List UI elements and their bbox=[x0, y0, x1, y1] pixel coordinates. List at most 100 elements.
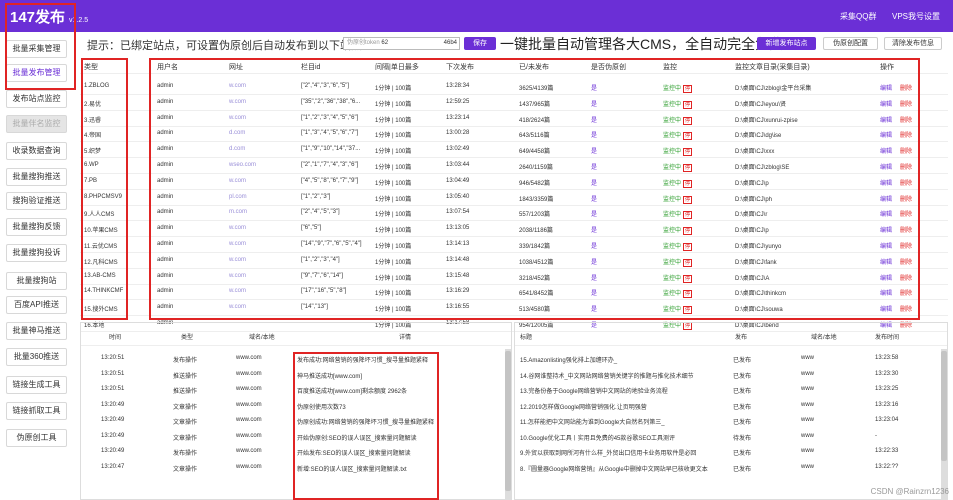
delete-link[interactable]: 删除 bbox=[900, 162, 912, 171]
monitor-stop-badge[interactable]: 停 bbox=[683, 259, 693, 267]
sidebar-item-2[interactable]: 批量发布管理 bbox=[6, 64, 67, 82]
monitor-stop-badge[interactable]: 停 bbox=[683, 275, 693, 283]
edit-link[interactable]: 编辑 bbox=[880, 241, 892, 250]
delete-link[interactable]: 删除 bbox=[900, 209, 912, 218]
sidebar-item-13[interactable]: 批量360推送 bbox=[6, 348, 67, 366]
monitor-stop-badge[interactable]: 停 bbox=[683, 101, 693, 109]
row-url[interactable]: w.com bbox=[229, 99, 246, 105]
sidebar-item-15[interactable]: 链接抓取工具 bbox=[6, 402, 67, 420]
row-url[interactable]: w.com bbox=[229, 225, 246, 231]
delete-link[interactable]: 删除 bbox=[900, 225, 912, 234]
edit-link[interactable]: 编辑 bbox=[880, 162, 892, 171]
monitor-stop-badge[interactable]: 停 bbox=[683, 180, 693, 188]
delete-link[interactable]: 删除 bbox=[900, 241, 912, 250]
monitor-stop-badge[interactable]: 停 bbox=[683, 290, 693, 298]
edit-link[interactable]: 编辑 bbox=[880, 194, 892, 203]
delete-link[interactable]: 删除 bbox=[900, 83, 912, 92]
row-pseudo[interactable]: 是 bbox=[591, 146, 597, 155]
sidebar-item-6[interactable]: 批量搜狗推送 bbox=[6, 168, 67, 186]
edit-link[interactable]: 编辑 bbox=[880, 178, 892, 187]
sidebar-item-3[interactable]: 发布站点监控 bbox=[6, 90, 67, 108]
delete-link[interactable]: 删除 bbox=[900, 257, 912, 266]
row-url[interactable]: d.com bbox=[229, 130, 245, 136]
row-pseudo[interactable]: 是 bbox=[591, 115, 597, 124]
save-button[interactable]: 保存 bbox=[464, 37, 496, 50]
edit-link[interactable]: 编辑 bbox=[880, 99, 892, 108]
delete-link[interactable]: 删除 bbox=[900, 304, 912, 313]
token-input[interactable]: 伪原创token 62 46b4 bbox=[343, 37, 460, 50]
monitor-stop-badge[interactable]: 停 bbox=[683, 243, 693, 251]
edit-link[interactable]: 编辑 bbox=[880, 273, 892, 282]
monitor-stop-badge[interactable]: 停 bbox=[683, 164, 693, 172]
sidebar-item-12[interactable]: 批量神马推送 bbox=[6, 322, 67, 340]
delete-link[interactable]: 删除 bbox=[900, 194, 912, 203]
edit-link[interactable]: 编辑 bbox=[880, 130, 892, 139]
row-pseudo[interactable]: 是 bbox=[591, 225, 597, 234]
edit-link[interactable]: 编辑 bbox=[880, 146, 892, 155]
row-pseudo[interactable]: 是 bbox=[591, 273, 597, 282]
sidebar-item-14[interactable]: 链接生成工具 bbox=[6, 376, 67, 394]
row-url[interactable]: w.com bbox=[229, 304, 246, 310]
row-url[interactable]: pl.com bbox=[229, 194, 247, 200]
sidebar-item-1[interactable]: 批量采集管理 bbox=[6, 40, 67, 58]
row-pseudo[interactable]: 是 bbox=[591, 130, 597, 139]
clear-info-button[interactable]: 清除发布信息 bbox=[884, 37, 942, 50]
edit-link[interactable]: 编辑 bbox=[880, 225, 892, 234]
edit-link[interactable]: 编辑 bbox=[880, 83, 892, 92]
sidebar-item-16[interactable]: 伪原创工具 bbox=[6, 429, 67, 447]
monitor-stop-badge[interactable]: 停 bbox=[683, 227, 693, 235]
sidebar-item-5[interactable]: 收录数据查询 bbox=[6, 142, 67, 160]
add-site-button[interactable]: 新增发布站点 bbox=[757, 37, 816, 50]
title-scroll-thumb[interactable] bbox=[941, 351, 947, 461]
row-pseudo[interactable]: 是 bbox=[591, 241, 597, 250]
monitor-stop-badge[interactable]: 停 bbox=[683, 85, 693, 93]
delete-link[interactable]: 删除 bbox=[900, 273, 912, 282]
delete-link[interactable]: 删除 bbox=[900, 115, 912, 124]
row-url[interactable]: m.com bbox=[229, 209, 247, 215]
row-url[interactable]: w.com bbox=[229, 257, 246, 263]
row-url[interactable]: d.com bbox=[229, 146, 245, 152]
sidebar-item-8[interactable]: 批量搜狗反馈 bbox=[6, 218, 67, 236]
sidebar-item-11[interactable]: 百度API推送 bbox=[6, 296, 67, 314]
row-pseudo[interactable]: 是 bbox=[591, 257, 597, 266]
row-pseudo[interactable]: 是 bbox=[591, 304, 597, 313]
row-pseudo[interactable]: 是 bbox=[591, 178, 597, 187]
row-url[interactable]: w.com bbox=[229, 178, 246, 184]
log-scroll-thumb[interactable] bbox=[505, 351, 511, 491]
monitor-stop-badge[interactable]: 停 bbox=[683, 196, 693, 204]
row-pseudo[interactable]: 是 bbox=[591, 83, 597, 92]
sidebar-item-7[interactable]: 搜狗验证推送 bbox=[6, 192, 67, 210]
edit-link[interactable]: 编辑 bbox=[880, 304, 892, 313]
row-pseudo[interactable]: 是 bbox=[591, 99, 597, 108]
row-pseudo[interactable]: 是 bbox=[591, 288, 597, 297]
monitor-stop-badge[interactable]: 停 bbox=[683, 211, 693, 219]
row-pseudo[interactable]: 是 bbox=[591, 162, 597, 171]
sidebar-item-9[interactable]: 批量搜狗投诉 bbox=[6, 244, 67, 262]
edit-link[interactable]: 编辑 bbox=[880, 115, 892, 124]
edit-link[interactable]: 编辑 bbox=[880, 257, 892, 266]
delete-link[interactable]: 删除 bbox=[900, 288, 912, 297]
row-url[interactable]: w.com bbox=[229, 83, 246, 89]
monitor-stop-badge[interactable]: 停 bbox=[683, 306, 693, 314]
row-url[interactable]: w.com bbox=[229, 288, 246, 294]
delete-link[interactable]: 删除 bbox=[900, 130, 912, 139]
sidebar-item-4[interactable]: 批量伴名监控 bbox=[6, 115, 67, 133]
top-link-vps[interactable]: VPS我号设置 bbox=[892, 11, 940, 22]
delete-link[interactable]: 删除 bbox=[900, 99, 912, 108]
monitor-stop-badge[interactable]: 停 bbox=[683, 148, 693, 156]
monitor-stop-badge[interactable]: 停 bbox=[683, 117, 693, 125]
pseudo-original-config-button[interactable]: 伪原创配置 bbox=[823, 37, 878, 50]
row-pseudo[interactable]: 是 bbox=[591, 209, 597, 218]
top-link-qq[interactable]: 采集QQ群 bbox=[840, 11, 876, 22]
row-url[interactable]: w.com bbox=[229, 115, 246, 121]
row-pseudo[interactable]: 是 bbox=[591, 194, 597, 203]
delete-link[interactable]: 删除 bbox=[900, 146, 912, 155]
row-url[interactable]: w.com bbox=[229, 273, 246, 279]
row-url[interactable]: wseo.com bbox=[229, 162, 256, 168]
sidebar-item-10[interactable]: 批量搜狗站 bbox=[6, 272, 67, 290]
row-url[interactable]: w.com bbox=[229, 241, 246, 247]
edit-link[interactable]: 编辑 bbox=[880, 288, 892, 297]
edit-link[interactable]: 编辑 bbox=[880, 209, 892, 218]
delete-link[interactable]: 删除 bbox=[900, 178, 912, 187]
monitor-stop-badge[interactable]: 停 bbox=[683, 132, 693, 140]
